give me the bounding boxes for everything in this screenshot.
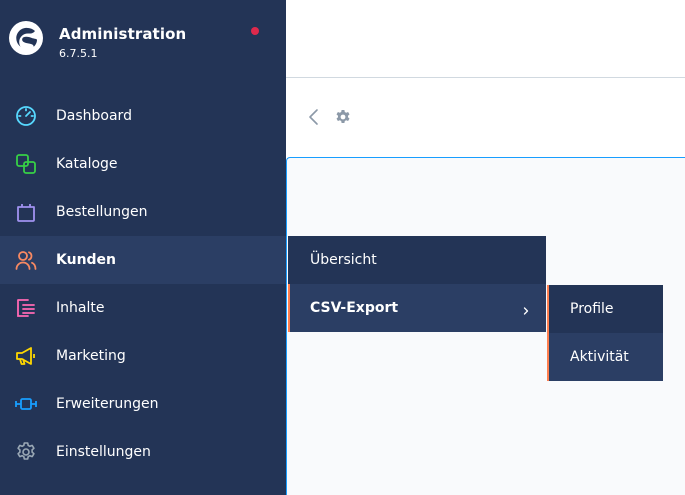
customers-flyout-menu: Übersicht CSV-Export: [288, 236, 546, 332]
sidebar-item-label: Kunden: [56, 252, 117, 268]
flyout-item-csv-export[interactable]: CSV-Export: [288, 284, 546, 332]
smart-bar: [286, 79, 685, 157]
flyout-item-label: Übersicht: [310, 252, 377, 268]
sidebar-item-dashboard[interactable]: Dashboard: [0, 92, 286, 140]
app-version: 6.7.5.1: [59, 47, 98, 60]
submenu-item-activity[interactable]: Aktivität: [549, 333, 663, 381]
brand-header: Administration 6.7.5.1: [0, 0, 286, 80]
sidebar-item-content[interactable]: Inhalte: [0, 284, 286, 332]
sidebar-item-label: Erweiterungen: [56, 396, 159, 412]
sidebar-item-label: Kataloge: [56, 156, 118, 172]
submenu-item-label: Aktivität: [570, 349, 629, 365]
top-header: [286, 0, 685, 78]
settings-icon: [15, 441, 37, 463]
sidebar-item-label: Einstellungen: [56, 444, 151, 460]
sidebar-item-catalogs[interactable]: Kataloge: [0, 140, 286, 188]
submenu-item-label: Profile: [570, 301, 614, 317]
sidebar-item-orders[interactable]: Bestellungen: [0, 188, 286, 236]
app-title: Administration: [59, 25, 187, 43]
admin-app: Administration 6.7.5.1 Dashboard Katalog…: [0, 0, 685, 495]
status-indicator: [251, 27, 259, 35]
catalogs-icon: [15, 153, 37, 175]
csv-export-submenu: Profile Aktivität: [547, 285, 663, 381]
marketing-icon: [15, 345, 37, 367]
flyout-item-label: CSV-Export: [310, 300, 399, 316]
orders-icon: [15, 201, 37, 223]
sidebar-item-extensions[interactable]: Erweiterungen: [0, 380, 286, 428]
sidebar-item-customers[interactable]: Kunden: [0, 236, 286, 284]
sidebar-item-label: Bestellungen: [56, 204, 148, 220]
shopware-logo-icon[interactable]: [8, 20, 44, 56]
chevron-left-icon[interactable]: [306, 108, 322, 126]
customers-icon: [15, 249, 37, 271]
sidebar-item-label: Inhalte: [56, 300, 105, 316]
sidebar-item-label: Marketing: [56, 348, 126, 364]
sidebar-item-marketing[interactable]: Marketing: [0, 332, 286, 380]
submenu-item-profiles[interactable]: Profile: [549, 285, 663, 333]
extensions-icon: [15, 393, 37, 415]
sidebar-item-label: Dashboard: [56, 108, 132, 124]
sidebar-item-settings[interactable]: Einstellungen: [0, 428, 286, 476]
content-icon: [15, 297, 37, 319]
gear-icon[interactable]: [334, 108, 352, 126]
chevron-right-icon: [522, 302, 530, 315]
flyout-item-overview[interactable]: Übersicht: [288, 236, 546, 284]
sidebar: Administration 6.7.5.1 Dashboard Katalog…: [0, 0, 286, 495]
dashboard-icon: [15, 105, 37, 127]
